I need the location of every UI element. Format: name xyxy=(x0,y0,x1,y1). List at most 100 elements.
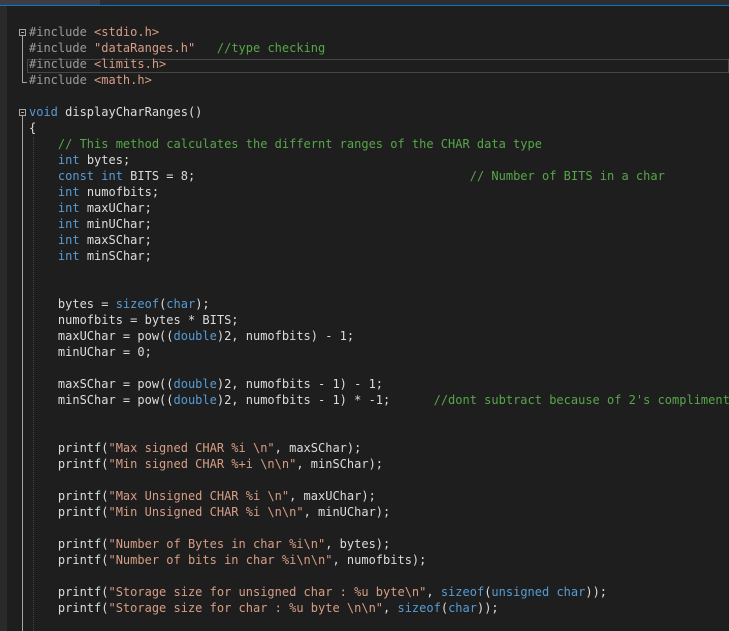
code-token-txt: printf( xyxy=(29,441,109,455)
code-text: int minUChar; xyxy=(29,216,152,232)
code-text: #include "dataRanges.h" //type checking xyxy=(29,40,325,56)
code-token-kw: double xyxy=(173,393,217,407)
code-token-txt: )2, numofbits - 1) - 1; xyxy=(216,377,384,391)
code-text: int bytes; xyxy=(29,152,130,168)
code-token-txt: , minUChar); xyxy=(303,505,391,519)
code-token-txt: maxUChar; xyxy=(79,201,152,215)
code-token-kw: int xyxy=(57,217,80,231)
code-token-txt: , maxUChar); xyxy=(289,489,376,503)
code-token-kw: double xyxy=(173,329,217,343)
code-text: printf("Number of bits in char %i\n\n", … xyxy=(29,552,426,568)
code-token-kw: sizeof xyxy=(440,585,485,599)
code-token-txt: { xyxy=(29,121,37,135)
code-token-txt: numofbits; xyxy=(79,185,160,199)
code-token-txt: minSChar = pow(( xyxy=(29,393,174,407)
code-token-txt: minUChar; xyxy=(79,217,152,231)
code-token-txt: printf( xyxy=(29,553,109,567)
code-token-str: "Min Unsigned CHAR %i \n\n" xyxy=(108,505,304,519)
fold-region-line xyxy=(22,36,23,82)
code-token-pp: #include xyxy=(29,41,95,55)
code-text: maxUChar = pow((double)2, numofbits) - 1… xyxy=(29,328,354,344)
code-token-kw: int xyxy=(57,233,80,247)
code-text: int numofbits; xyxy=(29,184,159,200)
code-text: printf("Min signed CHAR %+i \n\n", minSC… xyxy=(29,456,383,472)
code-token-str: "Storage size for unsigned char : %u byt… xyxy=(108,585,427,599)
code-text: // This method calculates the differnt r… xyxy=(29,136,542,152)
code-token-cmt: // This method calculates the differnt r… xyxy=(57,137,542,151)
code-token-kw: unsigned xyxy=(491,585,550,599)
code-token-txt: )); xyxy=(585,585,608,599)
code-token-txt: numofbits = bytes * BITS; xyxy=(29,313,239,327)
code-text: { xyxy=(29,120,36,136)
code-token-txt: maxUChar = pow(( xyxy=(29,329,174,343)
code-text: printf("Number of Bytes in char %i\n", b… xyxy=(29,536,390,552)
code-token-txt: bytes = xyxy=(29,297,116,311)
code-text: void displayCharRanges() xyxy=(29,104,202,120)
code-text: int minSChar; xyxy=(29,248,152,264)
code-token-pp: #include xyxy=(29,57,95,71)
code-token-txt: maxSChar; xyxy=(79,233,152,247)
code-token-txt: , minSChar); xyxy=(296,457,384,471)
code-token-kw: sizeof xyxy=(397,601,441,615)
code-token-kw: int xyxy=(57,153,80,167)
code-token-txt: , xyxy=(383,601,398,615)
code-token-kw: void xyxy=(29,105,58,119)
code-text: bytes = sizeof(char); xyxy=(29,296,210,312)
code-text: #include <math.h> xyxy=(29,72,152,88)
code-token-txt: ); xyxy=(195,297,210,311)
code-text: int maxSChar; xyxy=(29,232,152,248)
code-token-kw: int xyxy=(101,169,123,183)
code-token-kw: sizeof xyxy=(115,297,160,311)
code-token-str: "Storage size for char : %u byte \n\n" xyxy=(108,601,384,615)
code-token-txt: BITS = 8; xyxy=(122,169,470,183)
code-editor[interactable]: #include <stdio.h> #include "dataRanges.h… xyxy=(7,6,729,631)
code-token-kw: char xyxy=(556,585,586,599)
code-token-kw: int xyxy=(57,249,80,263)
code-text: int maxUChar; xyxy=(29,200,152,216)
collapse-function-icon[interactable] xyxy=(19,109,26,116)
code-token-kw: double xyxy=(173,377,217,391)
code-token-str: <limits.h> xyxy=(94,57,167,71)
code-token-txt: printf( xyxy=(29,601,109,615)
code-token-txt: maxSChar = pow(( xyxy=(29,377,174,391)
code-text: const int BITS = 8; // Number of BITS in… xyxy=(29,168,665,184)
code-token-txt: , numofbits); xyxy=(332,553,427,567)
code-text: #include <stdio.h> xyxy=(29,24,159,40)
code-token-txt: minUChar = 0; xyxy=(29,345,152,359)
code-token-txt: , bytes); xyxy=(325,537,391,551)
code-token-cmt: //type checking xyxy=(216,41,326,55)
code-token-txt: printf( xyxy=(29,505,109,519)
fold-region-end xyxy=(22,82,27,83)
code-token-txt: minSChar; xyxy=(79,249,152,263)
code-text: printf("Storage size for unsigned char :… xyxy=(29,584,607,600)
code-token-str: "Number of Bytes in char %i\n" xyxy=(108,537,326,551)
code-token-str: "Max Unsigned CHAR %i \n" xyxy=(108,489,290,503)
code-token-kw: int xyxy=(57,185,80,199)
code-text: numofbits = bytes * BITS; xyxy=(29,312,239,328)
code-token-txt: , xyxy=(426,585,441,599)
code-text: minSChar = pow((double)2, numofbits - 1)… xyxy=(29,392,729,408)
collapse-includes-icon[interactable] xyxy=(19,29,26,36)
code-token-txt: )); xyxy=(476,601,499,615)
fold-region-line xyxy=(22,116,23,631)
code-token-str: "Max signed CHAR %i \n" xyxy=(108,441,275,455)
code-token-txt: )2, numofbits - 1) * -1; xyxy=(216,393,434,407)
code-token-pp: #include xyxy=(29,73,95,87)
code-token-txt: )2, numofbits) - 1; xyxy=(216,329,355,343)
code-token-txt: printf( xyxy=(29,585,109,599)
code-token-kw: int xyxy=(57,201,80,215)
code-token-txt: printf( xyxy=(29,457,109,471)
code-text: printf("Max Unsigned CHAR %i \n", maxUCh… xyxy=(29,488,376,504)
code-text: maxSChar = pow((double)2, numofbits - 1)… xyxy=(29,376,383,392)
code-token-cmt: // Number of BITS in a char xyxy=(469,169,665,183)
code-token-str: "Number of bits in char %i\n\n" xyxy=(108,553,333,567)
code-token-cmt: //dont subtract because of 2's complimen… xyxy=(433,393,729,407)
code-token-txt: bytes; xyxy=(79,153,131,167)
code-token-txt: displayCharRanges() xyxy=(57,105,203,119)
